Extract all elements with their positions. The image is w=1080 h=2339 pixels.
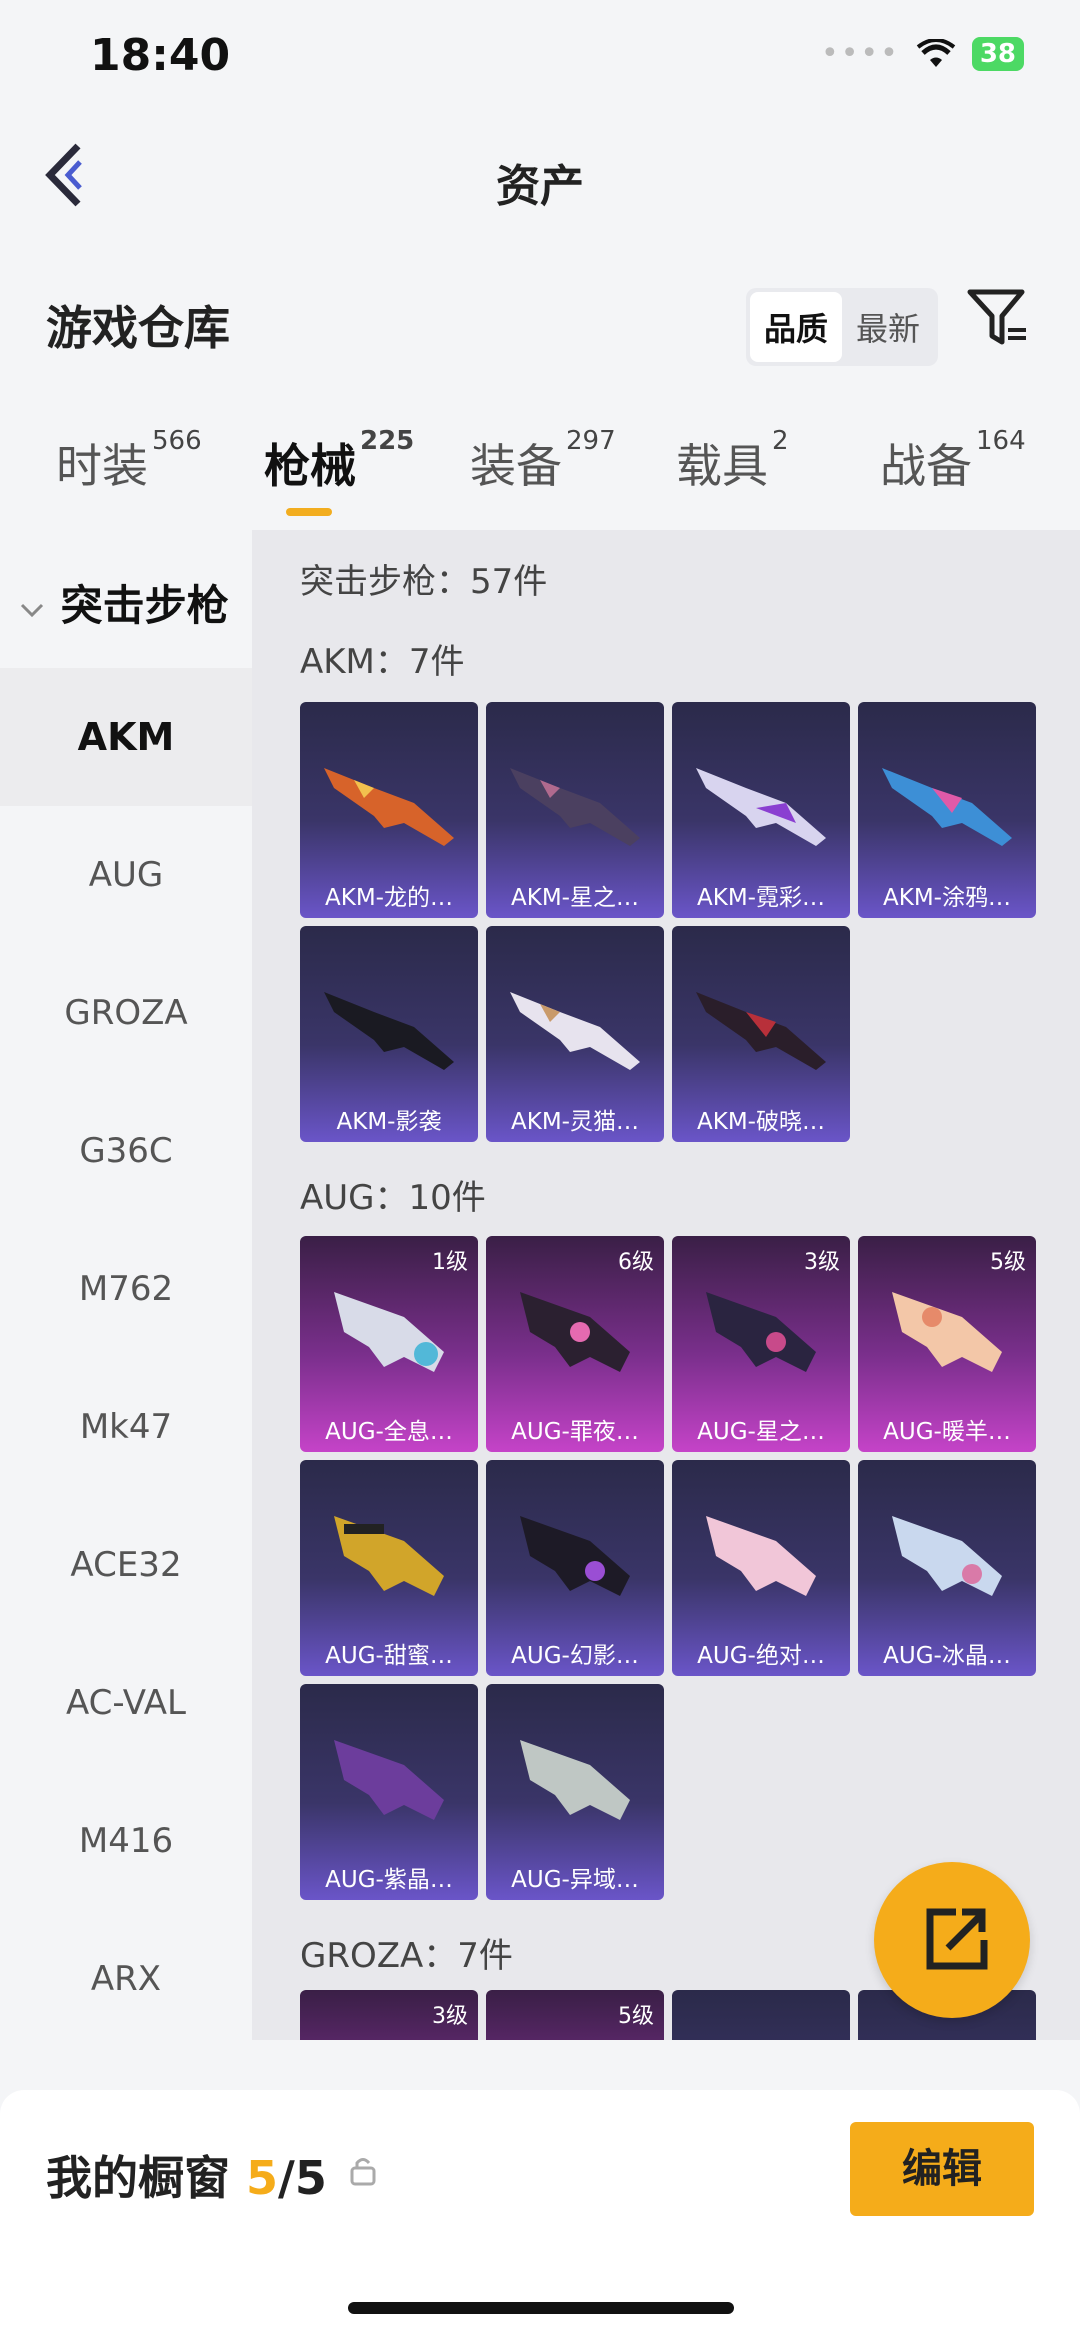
- sidebar-item-aug[interactable]: AUG: [0, 806, 252, 944]
- tab-vehicles[interactable]: 载具 2: [676, 426, 789, 496]
- weapon-icon: [334, 1516, 444, 1596]
- showcase-label: 我的橱窗 5/5: [46, 2151, 327, 2205]
- weapon-icon: [520, 1516, 630, 1596]
- chevron-down-icon: [20, 603, 44, 618]
- item-card[interactable]: AKM-影袭: [300, 926, 478, 1142]
- section-title-aug: AUG：10件: [300, 1178, 486, 1218]
- item-card[interactable]: 3级 AUG-星之…: [672, 1236, 850, 1452]
- item-card[interactable]: AKM-星之…: [486, 702, 664, 918]
- weapon-icon: [334, 1740, 444, 1820]
- sidebar-item-ace32[interactable]: ACE32: [0, 1496, 252, 1634]
- item-card[interactable]: AKM-龙的…: [300, 702, 478, 918]
- weapon-icon: [520, 1292, 630, 1372]
- item-card[interactable]: AUG-异域…: [486, 1684, 664, 1900]
- weapon-icon: [510, 992, 640, 1070]
- status-time: 18:40: [90, 30, 231, 81]
- weapon-icon: [334, 1292, 444, 1372]
- weapon-icon: [882, 768, 1012, 846]
- share-button[interactable]: [874, 1862, 1030, 2018]
- edit-button[interactable]: 编辑: [850, 2122, 1034, 2216]
- item-card[interactable]: AUG-冰晶…: [858, 1460, 1036, 1676]
- weapon-icon: [510, 768, 640, 846]
- section-title-akm: AKM：7件: [300, 642, 465, 682]
- status-icons: •••• 38: [821, 36, 1024, 71]
- warehouse-title: 游戏仓库: [46, 301, 230, 355]
- item-card[interactable]: 5级 AUG-暖羊…: [858, 1236, 1036, 1452]
- item-card[interactable]: AUG-甜蜜…: [300, 1460, 478, 1676]
- battery-icon: 38: [971, 36, 1024, 71]
- sort-quality-button[interactable]: 品质: [749, 292, 842, 362]
- weapon-icon: [706, 1516, 816, 1596]
- weapon-icon: [696, 768, 826, 846]
- sidebar-item-mk47[interactable]: Mk47: [0, 1358, 252, 1496]
- sidebar-item-groza[interactable]: GROZA: [0, 944, 252, 1082]
- item-card[interactable]: AUG-紫晶…: [300, 1684, 478, 1900]
- item-card[interactable]: AUG-绝对…: [672, 1460, 850, 1676]
- weapon-icon: [696, 992, 826, 1070]
- filter-button[interactable]: [966, 286, 1030, 350]
- item-card[interactable]: AKM-灵猫…: [486, 926, 664, 1142]
- home-indicator: [348, 2302, 734, 2314]
- sort-latest-button[interactable]: 最新: [842, 292, 934, 362]
- section-title-groza: GROZA：7件: [300, 1936, 513, 1976]
- showcase-current: 5: [246, 2151, 279, 2205]
- sidebar-item-ac-val[interactable]: AC-VAL: [0, 1634, 252, 1772]
- item-card[interactable]: AKM-破晓…: [672, 926, 850, 1142]
- item-card[interactable]: 5级: [486, 1990, 664, 2040]
- sidebar-item-akm[interactable]: AKM: [0, 668, 252, 806]
- weapon-icon: [706, 1292, 816, 1372]
- weapon-icon: [892, 1292, 1002, 1372]
- tab-supplies[interactable]: 战备 164: [880, 426, 1026, 496]
- tab-firearms[interactable]: 枪械 225: [264, 426, 414, 496]
- signal-icon: ••••: [821, 36, 900, 71]
- weapon-icon: [324, 768, 454, 846]
- filter-icon: [967, 289, 1026, 345]
- share-icon: [926, 1908, 988, 1970]
- sidebar-item-arx[interactable]: ARX: [0, 1910, 252, 2048]
- item-list: 突击步枪：57件 AKM：7件 AKM-龙的… AKM-星之… AKM-霓彩… …: [252, 530, 1080, 2040]
- page-title: 资产: [496, 161, 584, 212]
- sidebar-item-m416[interactable]: M416: [0, 1772, 252, 1910]
- item-card[interactable]: [672, 1990, 850, 2040]
- weapon-icon: [892, 1516, 1002, 1596]
- sidebar-item-g36c[interactable]: G36C: [0, 1082, 252, 1220]
- tab-equipment[interactable]: 装备 297: [470, 426, 616, 496]
- category-tabs: 时装 566 枪械 225 装备 297 载具 2 战备 164: [0, 426, 1080, 530]
- sidebar-item-m762[interactable]: M762: [0, 1220, 252, 1358]
- item-card[interactable]: AKM-霓彩…: [672, 702, 850, 918]
- sort-toggle: 品质 最新: [745, 288, 938, 366]
- item-card[interactable]: AUG-幻影…: [486, 1460, 664, 1676]
- wifi-icon: [916, 38, 956, 67]
- item-card[interactable]: 6级 AUG-罪夜…: [486, 1236, 664, 1452]
- item-card[interactable]: 1级 AUG-全息…: [300, 1236, 478, 1452]
- item-card[interactable]: AKM-涂鸦…: [858, 702, 1036, 918]
- weapon-icon: [520, 1740, 630, 1820]
- showcase-total: /5: [278, 2151, 327, 2205]
- sidebar-category[interactable]: 突击步枪: [18, 572, 229, 633]
- item-card[interactable]: 3级: [300, 1990, 478, 2040]
- lock-icon: [348, 2154, 378, 2186]
- tab-indicator: [286, 508, 332, 516]
- tab-fashion[interactable]: 时装 566: [56, 426, 202, 496]
- weapon-icon: [324, 992, 454, 1070]
- summary-title: 突击步枪：57件: [300, 562, 548, 602]
